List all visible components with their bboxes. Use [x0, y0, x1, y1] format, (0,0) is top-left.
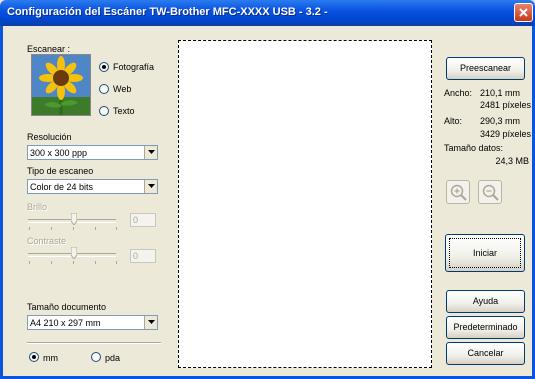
radio-web[interactable]	[99, 84, 109, 94]
zoom-out-button[interactable]	[478, 180, 502, 204]
start-button-focus-ring	[449, 238, 521, 268]
close-icon	[519, 8, 528, 17]
contrast-label: Contraste	[27, 236, 67, 246]
chevron-down-icon	[148, 150, 155, 154]
resolution-select[interactable]: 300 x 300 ppp	[27, 145, 158, 160]
chevron-down-icon	[148, 320, 155, 324]
scan-preview-area[interactable]	[178, 40, 432, 368]
window-frame-left	[0, 26, 3, 379]
radio-unit-mm[interactable]	[29, 352, 39, 362]
data-size-label: Tamaño datos:	[444, 143, 504, 153]
photo-thumbnail	[31, 54, 91, 116]
width-mm-value: 210,1 mm	[479, 88, 520, 98]
radio-web-label: Web	[113, 84, 132, 94]
width-label: Ancho:	[444, 88, 473, 98]
radio-unit-inch[interactable]	[91, 352, 101, 362]
zoom-out-icon	[482, 184, 499, 201]
doc-size-dropdown-arrow[interactable]	[144, 316, 157, 329]
scan-type-dropdown-arrow[interactable]	[144, 180, 157, 193]
resolution-dropdown-arrow[interactable]	[144, 146, 157, 159]
brightness-slider-thumb[interactable]	[71, 213, 77, 225]
brightness-label: Brillo	[27, 202, 48, 212]
window-title: Configuración del Escáner TW-Brother MFC…	[7, 6, 328, 18]
resolution-value: 300 x 300 ppp	[30, 148, 88, 158]
radio-photo-label: Fotografía	[113, 62, 155, 72]
zoom-in-icon	[450, 184, 467, 201]
height-label: Alto:	[444, 116, 463, 126]
doc-size-value: A4 210 x 297 mm	[30, 318, 101, 328]
close-button[interactable]	[514, 3, 533, 22]
prescan-button[interactable]: Preescanear	[446, 57, 525, 80]
radio-unit-inch-label: pda	[105, 353, 121, 363]
scan-type-value: Color de 24 bits	[30, 182, 94, 192]
contrast-slider[interactable]	[28, 247, 120, 265]
height-mm-value: 290,3 mm	[479, 116, 520, 126]
help-button[interactable]: Ayuda	[446, 290, 525, 313]
title-bar: Configuración del Escáner TW-Brother MFC…	[0, 0, 535, 26]
units-separator	[27, 342, 161, 344]
start-button[interactable]: Iniciar	[445, 234, 525, 272]
radio-text-label: Texto	[113, 106, 135, 116]
doc-size-select[interactable]: A4 210 x 297 mm	[27, 315, 158, 330]
data-size-value: 24,3 MB	[495, 156, 529, 166]
scan-type-select[interactable]: Color de 24 bits	[27, 179, 158, 194]
radio-unit-mm-label: mm	[43, 353, 58, 363]
scan-group-label: Escanear :	[27, 44, 71, 54]
radio-photo[interactable]	[99, 62, 109, 72]
height-px-value: 3429 píxeles	[479, 129, 531, 139]
chevron-down-icon	[148, 184, 155, 188]
zoom-in-button[interactable]	[446, 180, 470, 204]
default-button[interactable]: Predeterminado	[446, 316, 525, 339]
doc-size-label: Tamaño documento	[27, 302, 107, 312]
cancel-button[interactable]: Cancelar	[446, 342, 525, 365]
scan-type-label: Tipo de escaneo	[27, 166, 94, 176]
resolution-label: Resolución	[27, 132, 72, 142]
width-px-value: 2481 píxeles	[479, 100, 531, 110]
brightness-value-box[interactable]: 0	[130, 213, 156, 227]
contrast-value-box[interactable]: 0	[130, 249, 156, 263]
brightness-slider[interactable]	[28, 213, 120, 231]
radio-text[interactable]	[99, 106, 109, 116]
contrast-slider-thumb[interactable]	[71, 247, 77, 259]
